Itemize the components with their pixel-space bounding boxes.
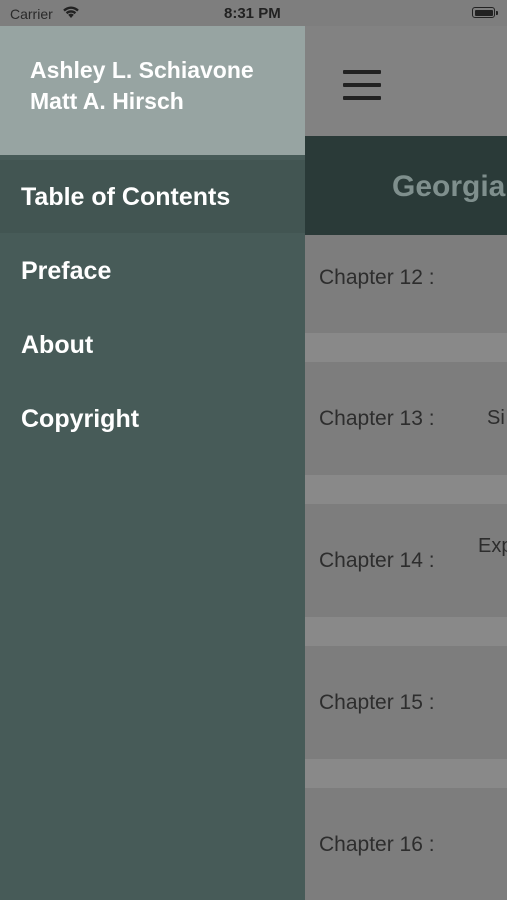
drawer-header: Ashley L. Schiavone Matt A. Hirsch xyxy=(0,26,305,155)
hamburger-menu-icon[interactable] xyxy=(343,70,381,100)
battery-icon xyxy=(472,7,498,18)
menu-item-preface[interactable]: Preface xyxy=(0,234,305,307)
menu-item-label: Table of Contents xyxy=(21,183,231,211)
menu-item-label: Copyright xyxy=(21,405,140,433)
menu-item-label: About xyxy=(21,331,94,359)
menu-item-copyright[interactable]: Copyright xyxy=(0,382,305,455)
chapter-label: Chapter 14 : xyxy=(319,549,435,572)
author-name: Matt A. Hirsch xyxy=(30,88,184,114)
author-name: Ashley L. Schiavone xyxy=(30,57,254,83)
carrier-label: Carrier xyxy=(10,6,53,22)
status-bar: Carrier 8:31 PM xyxy=(0,0,507,26)
wifi-icon xyxy=(63,6,79,18)
clock: 8:31 PM xyxy=(224,5,281,22)
menu-item-about[interactable]: About xyxy=(0,308,305,381)
menu-item-table-of-contents[interactable]: Table of Contents xyxy=(0,160,305,233)
book-title: Georgia xyxy=(392,170,506,203)
chapter-label: Chapter 15 : xyxy=(319,691,435,714)
chapter-title-peek: Exp xyxy=(478,535,507,557)
side-drawer: Ashley L. Schiavone Matt A. Hirsch Table… xyxy=(0,0,305,900)
chapter-label: Chapter 13 : xyxy=(319,407,435,430)
chapter-label: Chapter 16 : xyxy=(319,833,435,856)
chapter-label: Chapter 12 : xyxy=(319,266,435,289)
menu-item-label: Preface xyxy=(21,257,112,285)
chapter-title-peek: Si xyxy=(487,407,505,429)
